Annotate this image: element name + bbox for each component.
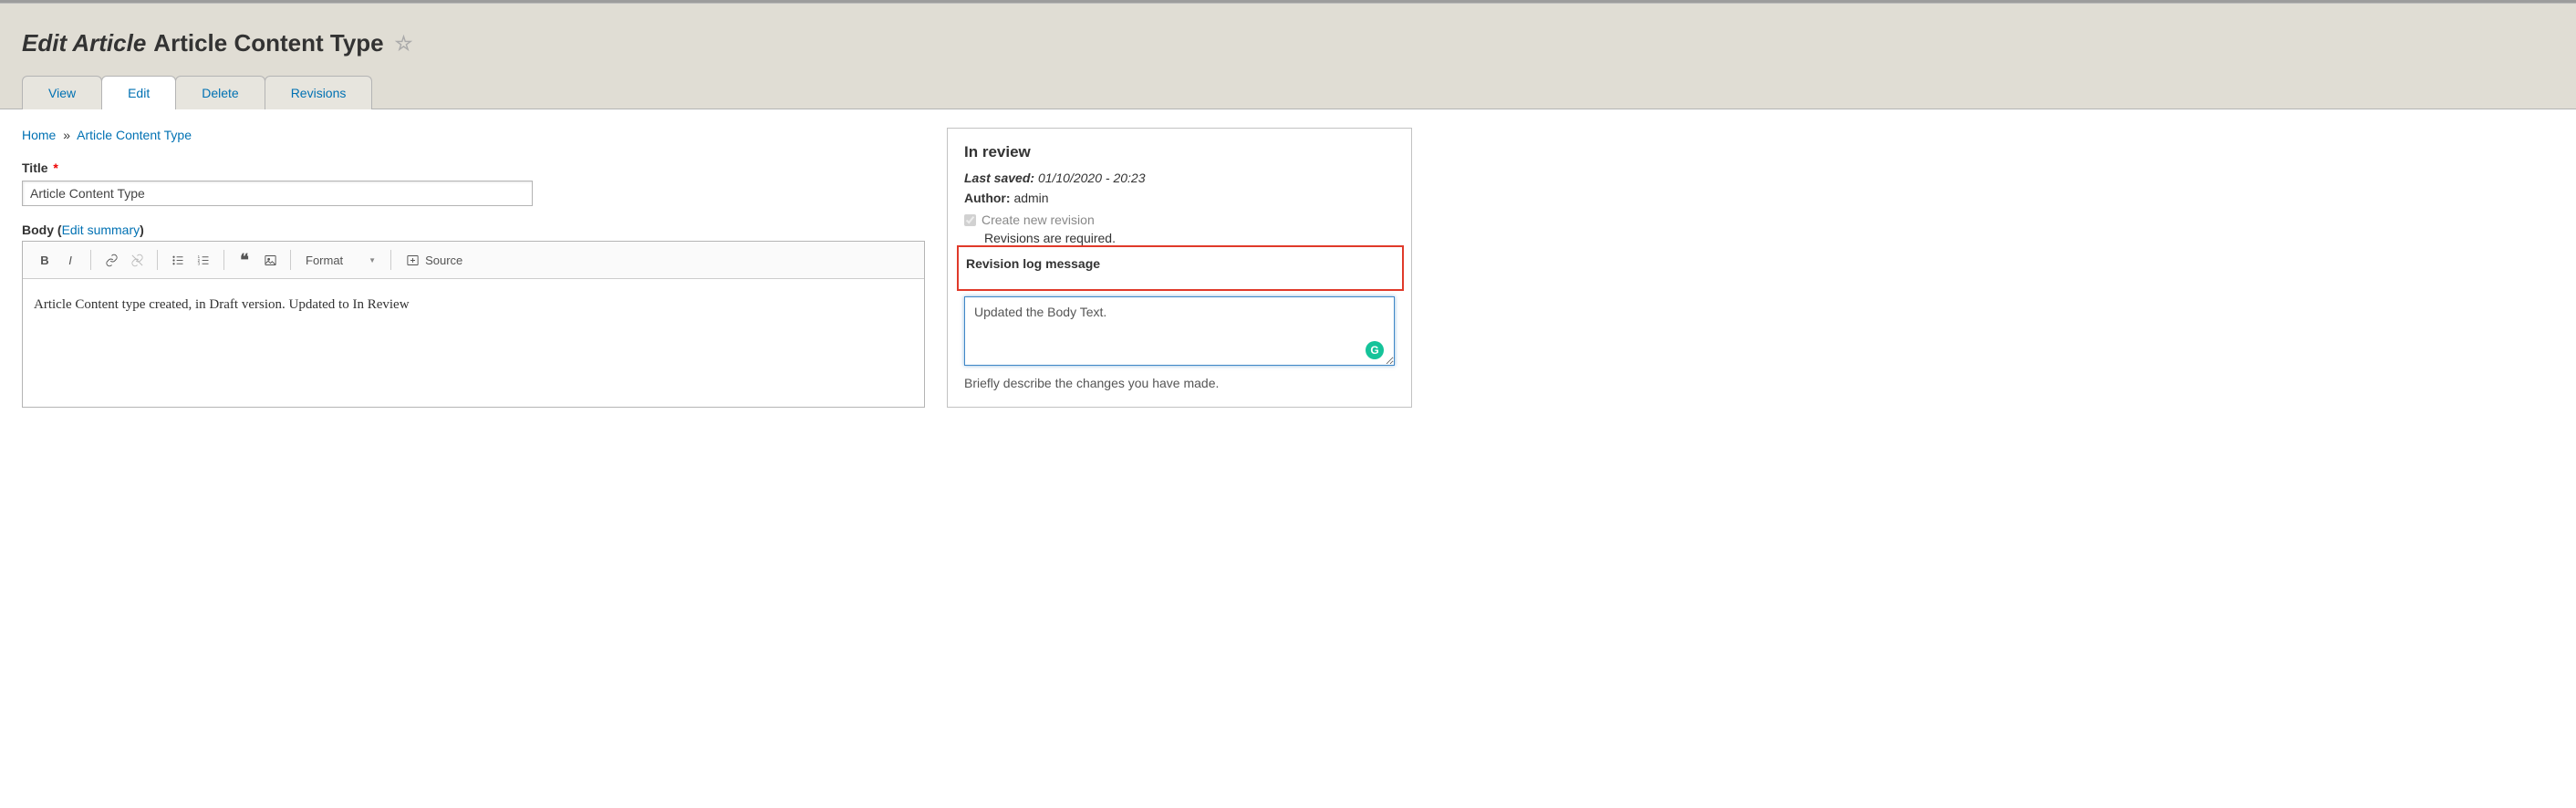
image-button[interactable] (257, 247, 283, 273)
revision-log-textarea[interactable] (964, 296, 1395, 366)
revision-log-help: Briefly describe the changes you have ma… (964, 376, 1395, 390)
revision-sidebar: In review Last saved: 01/10/2020 - 20:23… (947, 128, 1412, 408)
bullet-list-button[interactable] (165, 247, 191, 273)
quote-icon: ❝ (240, 251, 249, 270)
editor-body[interactable]: Article Content type created, in Draft v… (23, 279, 924, 407)
source-icon (406, 254, 420, 267)
tab-revisions[interactable]: Revisions (265, 76, 373, 109)
tab-view[interactable]: View (22, 76, 102, 109)
revision-log-highlight: Revision log message (957, 245, 1404, 291)
toolbar-separator (223, 250, 224, 270)
bold-button[interactable]: B (32, 247, 57, 273)
chevron-down-icon: ▼ (369, 256, 376, 264)
create-revision-checkbox-row: Create new revision (964, 212, 1395, 227)
content: Home » Article Content Type Title * Body… (0, 109, 2576, 426)
moderation-state: In review (964, 143, 1395, 161)
rich-text-editor: B I 123 ❝ (22, 241, 925, 408)
create-revision-checkbox (964, 214, 976, 226)
bullet-list-icon (171, 254, 185, 267)
svg-text:3: 3 (197, 261, 200, 265)
breadcrumb: Home » Article Content Type (22, 128, 925, 142)
link-icon (105, 254, 119, 267)
header: Edit Article Article Content Type ☆ View… (0, 4, 2576, 109)
format-dropdown[interactable]: Format ▼ (298, 250, 383, 271)
italic-button[interactable]: I (57, 247, 83, 273)
revision-log-label: Revision log message (966, 256, 1395, 271)
body-label: Body (Edit summary) (22, 223, 925, 237)
last-saved: Last saved: 01/10/2020 - 20:23 (964, 171, 1395, 185)
breadcrumb-home[interactable]: Home (22, 128, 56, 142)
revisions-required-text: Revisions are required. (984, 231, 1395, 245)
source-button[interactable]: Source (399, 250, 470, 271)
toolbar-separator (390, 250, 391, 270)
title-input[interactable] (22, 181, 533, 206)
editor-toolbar: B I 123 ❝ (23, 242, 924, 279)
toolbar-separator (290, 250, 291, 270)
toolbar-separator (90, 250, 91, 270)
breadcrumb-separator: » (63, 128, 70, 142)
blockquote-button[interactable]: ❝ (232, 247, 257, 273)
numbered-list-icon: 123 (197, 254, 211, 267)
edit-summary-link[interactable]: Edit summary (62, 223, 140, 237)
main-column: Home » Article Content Type Title * Body… (22, 128, 925, 408)
revision-log-wrap: G (964, 296, 1395, 368)
toolbar-separator (157, 250, 158, 270)
star-icon[interactable]: ☆ (395, 32, 413, 56)
page-title-prefix: Edit Article (22, 29, 146, 57)
author: Author: admin (964, 191, 1395, 205)
tab-delete[interactable]: Delete (175, 76, 265, 109)
breadcrumb-current[interactable]: Article Content Type (77, 128, 192, 142)
tab-edit[interactable]: Edit (101, 76, 176, 109)
unlink-button (124, 247, 150, 273)
primary-tabs: View Edit Delete Revisions (22, 76, 2554, 109)
page-title: Edit Article Article Content Type ☆ (22, 29, 2554, 57)
unlink-icon (130, 254, 144, 267)
page-title-name: Article Content Type (153, 29, 383, 57)
title-label: Title * (22, 161, 925, 175)
required-indicator: * (53, 161, 57, 175)
numbered-list-button[interactable]: 123 (191, 247, 216, 273)
link-button[interactable] (99, 247, 124, 273)
image-icon (264, 254, 277, 267)
